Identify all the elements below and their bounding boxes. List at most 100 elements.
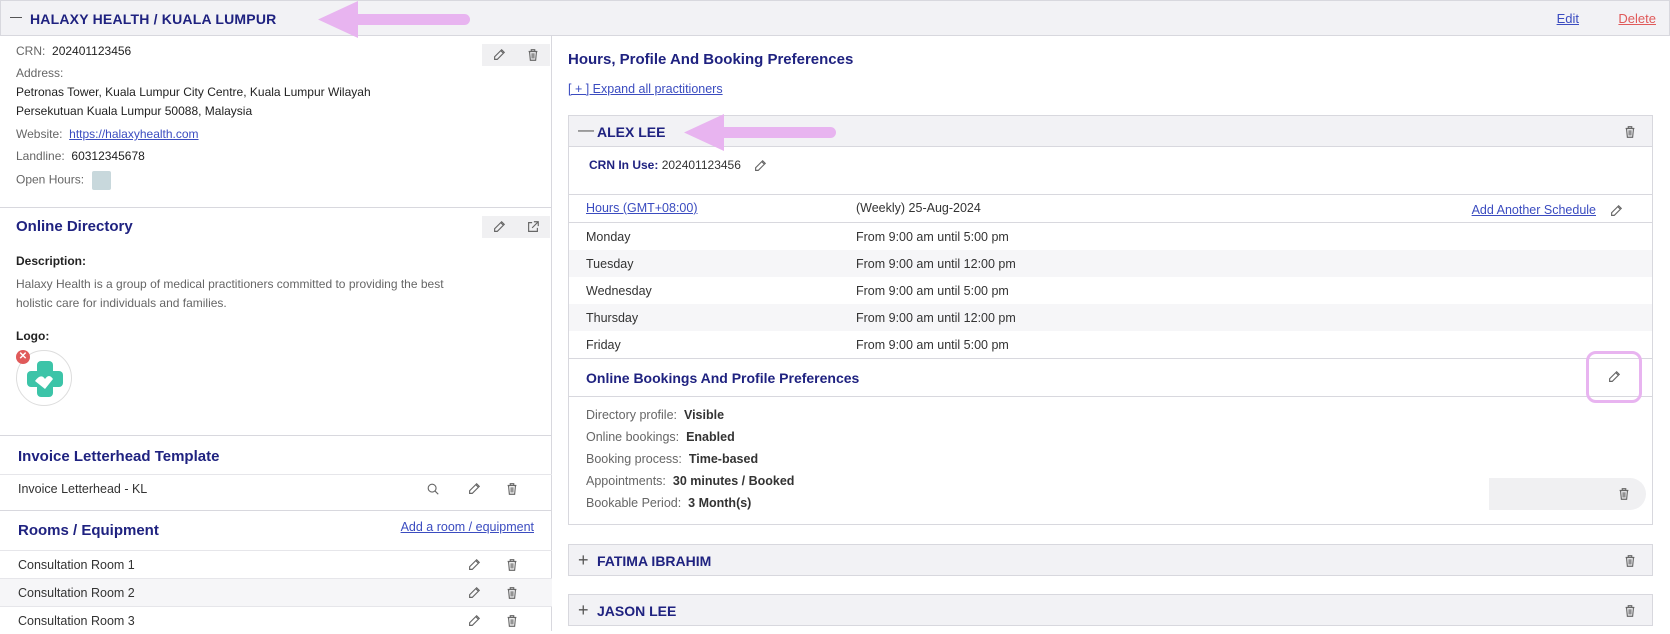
description-line-2: holistic care for individuals and famili… (16, 296, 227, 310)
list-item: Consultation Room 2 (0, 578, 552, 606)
pencil-icon[interactable] (466, 585, 482, 601)
expand-icon[interactable]: + (578, 600, 589, 621)
website-label: Website: (16, 127, 63, 141)
add-schedule-link[interactable]: Add Another Schedule (1472, 203, 1596, 217)
expand-all-link[interactable]: [ + ] Expand all practitioners (568, 82, 723, 96)
pencil-icon[interactable] (1608, 203, 1624, 219)
invoice-title: Invoice Letterhead Template (18, 448, 220, 465)
schedule-day: Monday (586, 230, 631, 244)
clinic-header: HALAXY HEALTH / KUALA LUMPUR Edit Delete (0, 0, 1670, 36)
collapse-icon[interactable]: — (578, 122, 594, 140)
rooms-title: Rooms / Equipment (18, 522, 159, 539)
pencil-icon (1606, 369, 1622, 385)
schedule-row: Friday From 9:00 am until 5:00 pm (569, 331, 1652, 358)
pencil-icon[interactable] (491, 47, 507, 63)
online-directory: Online Directory Description: Halaxy Hea… (0, 208, 552, 436)
address-line-1: Petronas Tower, Kuala Lumpur City Centre… (16, 85, 371, 99)
schedule-time: From 9:00 am until 12:00 pm (856, 257, 1016, 271)
edit-clinic-link[interactable]: Edit (1557, 11, 1579, 26)
crn-label: CRN: (16, 44, 46, 58)
annotation-arrow-icon (318, 1, 470, 38)
collapse-icon[interactable] (10, 17, 22, 18)
landline-value: 60312345678 (71, 149, 145, 163)
trash-icon[interactable] (1616, 486, 1632, 502)
trash-icon[interactable] (1622, 603, 1638, 619)
annotation-arrow-icon (684, 114, 836, 151)
left-column: CRN: 202401123456 Address: Petronas Towe… (0, 36, 552, 631)
online-directory-title: Online Directory (16, 218, 133, 235)
clinic-title: HALAXY HEALTH / KUALA LUMPUR (30, 11, 277, 27)
open-hours-label: Open Hours: (16, 172, 85, 187)
delete-clinic-link[interactable]: Delete (1618, 11, 1656, 26)
pref-row: Directory profile: Visible (586, 408, 724, 422)
pref-row: Online bookings: Enabled (586, 430, 735, 444)
practitioner-name: JASON LEE (597, 603, 677, 619)
trash-icon[interactable] (504, 557, 520, 573)
crn-in-use-value: 202401123456 (661, 158, 741, 173)
pref-row: Booking process: Time-based (586, 452, 758, 466)
schedule-row: Wednesday From 9:00 am until 5:00 pm (569, 277, 1652, 304)
add-room-link[interactable]: Add a room / equipment (401, 520, 534, 534)
open-hours-swatch[interactable] (92, 171, 112, 190)
trash-icon[interactable] (1622, 553, 1638, 569)
schedule-time: From 9:00 am until 12:00 pm (856, 311, 1016, 325)
schedule-time: From 9:00 am until 5:00 pm (856, 284, 1009, 298)
preferences-title: Hours, Profile And Booking Preferences (568, 51, 854, 68)
schedule-day: Wednesday (586, 284, 652, 298)
pref-value: 30 minutes / Booked (672, 474, 795, 488)
edit-booking-preferences-button[interactable] (1586, 351, 1642, 403)
schedule-row: Monday From 9:00 am until 5:00 pm (569, 223, 1652, 250)
trash-icon[interactable] (504, 481, 520, 497)
pref-label: Appointments: (586, 474, 666, 488)
pencil-icon[interactable] (752, 158, 768, 174)
schedule-row: Tuesday From 9:00 am until 12:00 pm (569, 250, 1652, 277)
pencil-icon[interactable] (466, 557, 482, 573)
schedule-time: From 9:00 am until 5:00 pm (856, 338, 1009, 352)
pref-label: Booking process: (586, 452, 682, 466)
room-name: Consultation Room 2 (18, 586, 135, 600)
invoice-letterhead: Invoice Letterhead Template (0, 436, 552, 474)
schedule-day: Friday (586, 338, 621, 352)
clinic-details: CRN: 202401123456 Address: Petronas Towe… (0, 36, 552, 208)
schedule-time: From 9:00 am until 5:00 pm (856, 230, 1009, 244)
pref-row: Appointments: 30 minutes / Booked (586, 474, 794, 488)
trash-icon[interactable] (504, 585, 520, 601)
room-name: Consultation Room 3 (18, 614, 135, 628)
pref-row: Bookable Period: 3 Month(s) (586, 496, 751, 510)
list-item: Invoice Letterhead - KL (0, 474, 552, 502)
landline-label: Landline: (16, 149, 65, 163)
directory-actions (482, 216, 550, 238)
clinic-actions (482, 44, 550, 66)
crn-value: 202401123456 (52, 44, 132, 58)
expand-icon[interactable]: + (578, 550, 589, 571)
practitioner-header[interactable]: + JASON LEE (568, 594, 1653, 626)
address-label: Address: (16, 66, 64, 80)
trash-icon[interactable] (504, 613, 520, 629)
booking-preferences-title: Online Bookings And Profile Preferences (586, 370, 860, 386)
practitioner-name: ALEX LEE (597, 124, 666, 140)
description-line-1: Halaxy Health is a group of medical prac… (16, 277, 444, 291)
pref-label: Bookable Period: (586, 496, 682, 510)
pref-value: Visible (683, 408, 725, 422)
pref-value: Enabled (686, 430, 735, 444)
pencil-icon[interactable] (466, 481, 482, 497)
room-name: Consultation Room 1 (18, 558, 135, 572)
trash-icon[interactable] (525, 47, 541, 63)
trash-icon[interactable] (1622, 124, 1638, 140)
schedule-row: Thursday From 9:00 am until 12:00 pm (569, 304, 1652, 331)
pencil-icon[interactable] (491, 219, 507, 235)
practitioner-name: FATIMA IBRAHIM (597, 553, 712, 569)
list-item: Consultation Room 1 (0, 550, 552, 578)
search-icon[interactable] (425, 481, 441, 497)
invoice-item: Invoice Letterhead - KL (18, 482, 148, 496)
schedule-day: Tuesday (586, 257, 634, 271)
logo-label: Logo: (16, 329, 50, 343)
website-link[interactable]: https://halaxyhealth.com (69, 127, 198, 141)
hours-timezone-link[interactable]: Hours (GMT+08:00) (586, 201, 698, 215)
remove-logo-icon[interactable]: ✕ (16, 350, 30, 364)
external-link-icon[interactable] (525, 219, 541, 235)
practitioner-header[interactable]: + FATIMA IBRAHIM (568, 544, 1653, 576)
crn-in-use-label: CRN In Use: (589, 158, 659, 173)
pencil-icon[interactable] (466, 613, 482, 629)
description-label: Description: (16, 254, 87, 268)
